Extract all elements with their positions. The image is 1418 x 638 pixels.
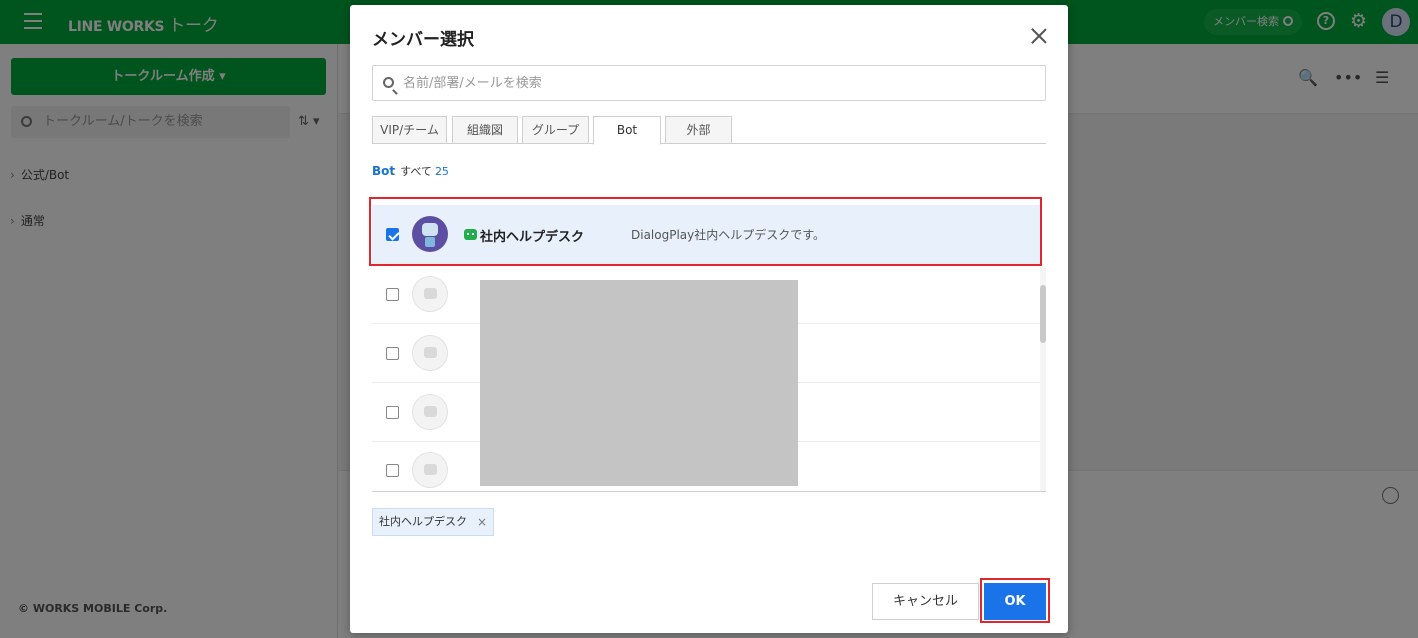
bot-avatar: [412, 452, 448, 488]
redacted-area: [480, 280, 798, 486]
bot-avatar: [412, 276, 448, 312]
bot-badge-icon: [464, 229, 477, 240]
cancel-button[interactable]: キャンセル: [872, 583, 979, 620]
tab-org-chart[interactable]: 組織図: [452, 116, 518, 144]
chip-label: 社内ヘルプデスク: [379, 515, 467, 528]
scrollbar-thumb[interactable]: [1040, 285, 1046, 343]
bot-avatar: [412, 394, 448, 430]
tab-bot[interactable]: Bot: [593, 116, 661, 145]
row-name: 社内ヘルプデスク: [480, 230, 585, 245]
row-checkbox[interactable]: [386, 347, 399, 360]
selected-member-chip: 社内ヘルプデスク ×: [372, 508, 494, 536]
member-tabs: VIP/チーム 組織図 グループ Bot 外部: [372, 116, 1046, 145]
tab-vip-team[interactable]: VIP/チーム: [372, 116, 447, 144]
member-search-field[interactable]: [372, 65, 1046, 101]
bot-list: 社内ヘルプデスク DialogPlay社内ヘルプデスクです。: [372, 197, 1046, 492]
row-checkbox[interactable]: [386, 228, 399, 241]
ok-button[interactable]: OK: [984, 583, 1046, 620]
list-scrollbar[interactable]: [1040, 267, 1046, 491]
bot-avatar: [412, 216, 448, 252]
row-checkbox[interactable]: [386, 406, 399, 419]
member-select-dialog: メンバー選択 VIP/チーム 組織図 グループ Bot 外部 Botすべて25 …: [350, 5, 1068, 633]
search-icon: [383, 77, 394, 88]
chip-remove-icon[interactable]: ×: [477, 509, 487, 535]
tab-external[interactable]: 外部: [665, 116, 732, 144]
close-icon[interactable]: [1030, 27, 1048, 45]
filter-count: 25: [434, 165, 449, 178]
filter-category: Bot: [372, 164, 396, 178]
filter-summary: Bot すべて 25: [372, 163, 449, 179]
dialog-title: メンバー選択: [372, 30, 474, 50]
row-description: DialogPlay社内ヘルプデスクです。: [631, 228, 826, 242]
filter-scope: すべて: [400, 165, 432, 178]
tab-group[interactable]: グループ: [522, 116, 589, 144]
list-item[interactable]: 社内ヘルプデスク DialogPlay社内ヘルプデスクです。: [372, 205, 1040, 264]
row-checkbox[interactable]: [386, 288, 399, 301]
bot-avatar: [412, 335, 448, 371]
row-checkbox[interactable]: [386, 464, 399, 477]
member-search-input[interactable]: [403, 66, 1033, 100]
